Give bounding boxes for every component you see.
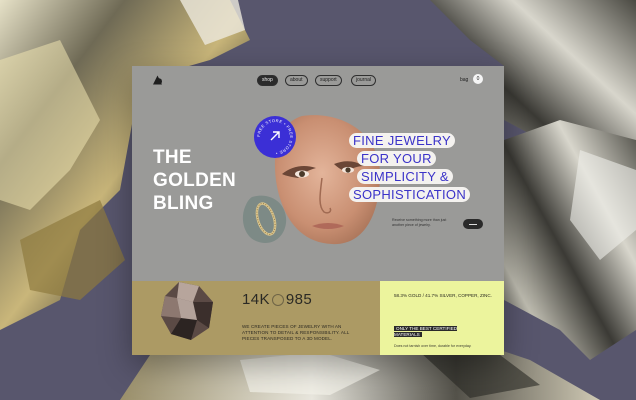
stats-description: WE CREATE PIECES OF JEWELRY WITH AN ATTE…	[242, 324, 350, 341]
hero-small-description: Receive something more than just another…	[392, 218, 447, 227]
materials-footnote: Does not tarnish over time, durable for …	[394, 344, 472, 348]
certified-materials-label: ONLY THE BEST CERTIFIED MATERIALS	[394, 326, 476, 337]
gold-nugget-image	[161, 282, 213, 340]
headline-line: FOR YOUR	[357, 151, 436, 166]
bag-link[interactable]: bag	[460, 77, 468, 83]
stat-karat: 14K	[242, 291, 270, 308]
nav-link-about[interactable]: about	[285, 75, 308, 86]
nav-link-shop[interactable]: shop	[257, 75, 278, 86]
stat-karat-fineness: 14K 985	[242, 291, 312, 308]
materials-composition: 58.3% GOLD / 41.7% SILVER, COPPER, ZINC.	[394, 293, 492, 298]
materials-panel: 58.3% GOLD / 41.7% SILVER, COPPER, ZINC.…	[380, 281, 504, 355]
brand-logo-icon[interactable]	[153, 75, 162, 85]
headline-line: SIMPLICITY &	[357, 169, 453, 184]
ring-divider-icon	[271, 294, 284, 307]
stats-panel: 14K 985 WE CREATE PIECES OF JEWELRY WITH …	[132, 281, 380, 355]
hero-cta-arrow-button[interactable]	[463, 219, 483, 229]
top-navigation: shop about support journal bag 0	[132, 66, 504, 92]
stat-fineness: 985	[285, 291, 313, 308]
hero-headline: FINE JEWELRY FOR YOUR SIMPLICITY & SOPHI…	[349, 132, 499, 204]
bag-count-badge[interactable]: 0	[473, 74, 483, 84]
hero-title-line: GOLDEN	[153, 170, 237, 191]
website-mockup: shop about support journal bag 0 THE GOL…	[132, 66, 504, 355]
bottom-section: 14K 985 WE CREATE PIECES OF JEWELRY WITH …	[132, 281, 504, 355]
free-store-badge[interactable]: FREE STORE • FREE STORE •	[254, 116, 296, 158]
headline-line: FINE JEWELRY	[349, 133, 455, 148]
headline-line: SOPHISTICATION	[349, 187, 471, 202]
arrow-up-right-icon	[270, 131, 280, 141]
nav-link-support[interactable]: support	[315, 75, 342, 86]
certified-materials-text: ONLY THE BEST CERTIFIED MATERIALS	[394, 326, 458, 337]
hero-title-line: THE	[153, 147, 192, 168]
nav-link-journal[interactable]: journal	[351, 75, 377, 86]
